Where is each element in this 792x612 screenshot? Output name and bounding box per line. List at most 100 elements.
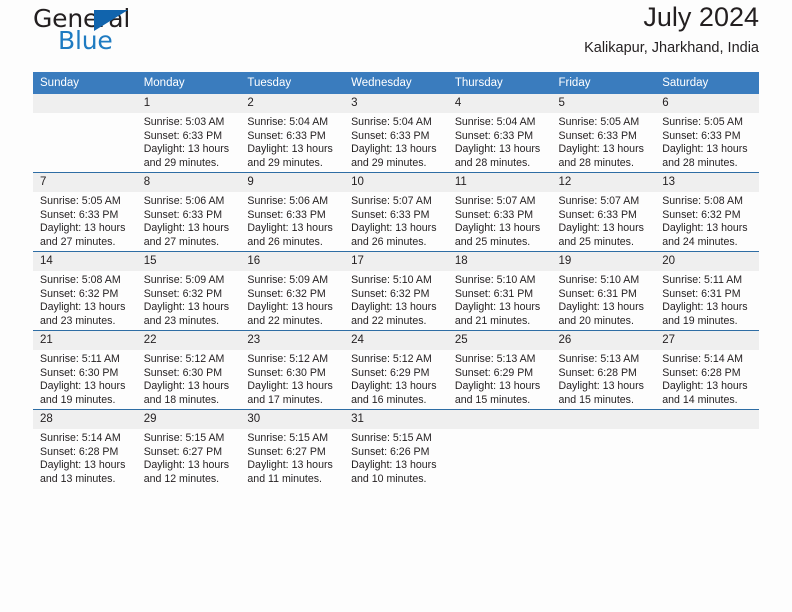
calendar-day-cell[interactable]: 1 Sunrise: 5:03 AM Sunset: 6:33 PM Daylight… — [136, 94, 241, 173]
day-number: 8 — [136, 173, 241, 192]
sunrise-text: Sunrise: 5:10 AM — [454, 274, 536, 286]
calendar-day-cell[interactable]: 18 Sunrise: 5:10 AM Sunset: 6:31 PM Dayligh… — [447, 251, 552, 331]
calendar-week-row: 14 Sunrise: 5:08 AM Sunset: 6:32 PM Dayligh… — [33, 251, 759, 331]
day-details: Sunrise: 5:07 AM Sunset: 6:33 PM Daylight:… — [344, 192, 448, 249]
day-number: 30 — [240, 410, 345, 429]
calendar-day-cell[interactable]: 26 Sunrise: 5:13 AM Sunset: 6:28 PM Dayligh… — [551, 330, 656, 410]
calendar-day-cell[interactable]: 15 Sunrise: 5:09 AM Sunset: 6:32 PM Dayligh… — [136, 251, 241, 331]
daylight-text-line2: and 22 minutes. — [247, 314, 323, 327]
calendar-day-cell[interactable]: 23 Sunrise: 5:12 AM Sunset: 6:30 PM Dayligh… — [240, 330, 345, 410]
daylight-text-line1: Daylight: 13 hours — [454, 143, 541, 156]
calendar-day-cell[interactable]: 6 Sunrise: 5:05 AM Sunset: 6:33 PM Daylight… — [655, 94, 759, 173]
day-number: 19 — [551, 252, 656, 271]
calendar-day-cell[interactable]: 20 Sunrise: 5:11 AM Sunset: 6:31 PM Dayligh… — [655, 251, 759, 331]
daylight-text-line1: Daylight: 13 hours — [247, 301, 333, 314]
day-number: 27 — [655, 331, 759, 350]
calendar-day-cell[interactable]: 3 Sunrise: 5:04 AM Sunset: 6:33 PM Daylight… — [344, 94, 448, 173]
sunset-text: Sunset: 6:30 PM — [40, 366, 119, 379]
day-number: 24 — [344, 331, 448, 350]
daylight-text-line2: and 13 minutes. — [40, 472, 116, 485]
day-details — [33, 113, 137, 116]
daylight-text-line1: Daylight: 13 hours — [143, 143, 230, 156]
daylight-text-line2: and 28 minutes. — [662, 156, 738, 169]
calendar-day-cell[interactable]: 12 Sunrise: 5:07 AM Sunset: 6:33 PM Dayligh… — [551, 172, 656, 252]
day-number: 10 — [344, 173, 448, 192]
daylight-text-line1: Daylight: 13 hours — [247, 459, 333, 472]
daylight-text-line2: and 23 minutes. — [40, 314, 116, 327]
daylight-text-line1: Daylight: 13 hours — [247, 222, 333, 235]
sunset-text: Sunset: 6:33 PM — [454, 208, 534, 221]
calendar-day-cell[interactable]: 14 Sunrise: 5:08 AM Sunset: 6:32 PM Dayligh… — [33, 251, 137, 331]
day-details — [448, 429, 552, 432]
daylight-text-line1: Daylight: 13 hours — [40, 222, 126, 235]
daylight-text-line2: and 23 minutes. — [143, 314, 220, 327]
calendar-day-cell[interactable]: 13 Sunrise: 5:08 AM Sunset: 6:32 PM Dayligh… — [655, 172, 759, 252]
daylight-text-line2: and 20 minutes. — [558, 314, 634, 327]
calendar-day-cell[interactable]: 8 Sunrise: 5:06 AM Sunset: 6:33 PM Daylight… — [136, 172, 241, 252]
daylight-text-line2: and 22 minutes. — [351, 314, 427, 327]
logo-text-blue: Blue — [58, 26, 113, 55]
calendar-day-cell[interactable]: 19 Sunrise: 5:10 AM Sunset: 6:31 PM Dayligh… — [551, 251, 656, 331]
daylight-text-line2: and 15 minutes. — [558, 393, 634, 406]
page-title: July 2024 — [643, 2, 759, 32]
day-details: Sunrise: 5:13 AM Sunset: 6:28 PM Daylight:… — [552, 350, 656, 407]
day-details: Sunrise: 5:14 AM Sunset: 6:28 PM Daylight:… — [655, 350, 759, 407]
daylight-text-line1: Daylight: 13 hours — [351, 222, 437, 235]
calendar-week-row: 28 Sunrise: 5:14 AM Sunset: 6:28 PM Dayligh… — [33, 409, 759, 488]
sunset-text: Sunset: 6:33 PM — [40, 208, 119, 221]
calendar-day-cell[interactable]: 7 Sunrise: 5:05 AM Sunset: 6:33 PM Daylight… — [33, 172, 137, 252]
day-number: 23 — [240, 331, 345, 350]
daylight-text-line1: Daylight: 13 hours — [662, 380, 748, 393]
day-number: 20 — [655, 252, 759, 271]
day-details: Sunrise: 5:15 AM Sunset: 6:27 PM Daylight:… — [240, 429, 344, 486]
day-details: Sunrise: 5:08 AM Sunset: 6:32 PM Daylight:… — [33, 271, 137, 328]
calendar-day-cell[interactable]: 4 Sunrise: 5:04 AM Sunset: 6:33 PM Daylight… — [447, 94, 552, 173]
calendar-day-cell[interactable]: 29 Sunrise: 5:15 AM Sunset: 6:27 PM Dayligh… — [136, 409, 241, 488]
daylight-text-line1: Daylight: 13 hours — [351, 301, 437, 314]
calendar-day-cell[interactable]: 31 Sunrise: 5:15 AM Sunset: 6:26 PM Dayligh… — [344, 409, 448, 488]
sunset-text: Sunset: 6:32 PM — [662, 208, 741, 221]
day-number: 15 — [136, 252, 241, 271]
calendar-day-cell[interactable]: 5 Sunrise: 5:05 AM Sunset: 6:33 PM Daylight… — [551, 94, 656, 173]
calendar-day-cell[interactable]: 11 Sunrise: 5:07 AM Sunset: 6:33 PM Dayligh… — [447, 172, 552, 252]
sunrise-text: Sunrise: 5:08 AM — [662, 195, 743, 207]
calendar-day-cell[interactable]: 30 Sunrise: 5:15 AM Sunset: 6:27 PM Dayligh… — [240, 409, 345, 488]
day-number: 18 — [447, 252, 552, 271]
day-details: Sunrise: 5:06 AM Sunset: 6:33 PM Daylight:… — [240, 192, 344, 249]
calendar-day-cell[interactable]: 17 Sunrise: 5:10 AM Sunset: 6:32 PM Dayligh… — [344, 251, 448, 331]
calendar-day-cell[interactable]: 28 Sunrise: 5:14 AM Sunset: 6:28 PM Dayligh… — [33, 409, 137, 488]
daylight-text-line1: Daylight: 13 hours — [143, 459, 230, 472]
sunrise-text: Sunrise: 5:11 AM — [40, 353, 120, 365]
calendar-day-cell[interactable]: 27 Sunrise: 5:14 AM Sunset: 6:28 PM Dayligh… — [655, 330, 759, 410]
day-details: Sunrise: 5:14 AM Sunset: 6:28 PM Daylight:… — [33, 429, 137, 486]
page-header: General Blue July 2024 Kalikapur, Jharkh… — [33, 0, 759, 72]
day-number: 4 — [447, 94, 552, 113]
calendar-day-cell[interactable]: 2 Sunrise: 5:04 AM Sunset: 6:33 PM Daylight… — [240, 94, 345, 173]
sunset-text: Sunset: 6:32 PM — [351, 287, 430, 300]
day-number: 25 — [447, 331, 552, 350]
calendar-day-cell[interactable]: 9 Sunrise: 5:06 AM Sunset: 6:33 PM Daylight… — [240, 172, 345, 252]
daylight-text-line1: Daylight: 13 hours — [662, 301, 748, 314]
title-block: July 2024 Kalikapur, Jharkhand, India — [584, 0, 759, 56]
day-details: Sunrise: 5:15 AM Sunset: 6:26 PM Daylight:… — [344, 429, 448, 486]
calendar-day-cell[interactable]: 16 Sunrise: 5:09 AM Sunset: 6:32 PM Dayligh… — [240, 251, 345, 331]
daylight-text-line2: and 18 minutes. — [143, 393, 220, 406]
daylight-text-line1: Daylight: 13 hours — [558, 380, 644, 393]
day-details: Sunrise: 5:10 AM Sunset: 6:32 PM Daylight:… — [344, 271, 448, 328]
sunrise-text: Sunrise: 5:05 AM — [662, 116, 743, 128]
calendar-day-cell[interactable]: 10 Sunrise: 5:07 AM Sunset: 6:33 PM Dayligh… — [344, 172, 448, 252]
daylight-text-line1: Daylight: 13 hours — [40, 301, 126, 314]
sunrise-text: Sunrise: 5:12 AM — [143, 353, 225, 365]
calendar-page: General Blue July 2024 Kalikapur, Jharkh… — [0, 0, 792, 612]
day-number: 29 — [136, 410, 241, 429]
calendar-day-cell[interactable]: 25 Sunrise: 5:13 AM Sunset: 6:29 PM Dayligh… — [447, 330, 552, 410]
calendar-day-cell[interactable]: 22 Sunrise: 5:12 AM Sunset: 6:30 PM Dayligh… — [136, 330, 241, 410]
calendar-body: 1 Sunrise: 5:03 AM Sunset: 6:33 PM Daylight… — [33, 94, 759, 488]
calendar-day-cell[interactable]: 21 Sunrise: 5:11 AM Sunset: 6:30 PM Dayligh… — [33, 330, 137, 410]
general-blue-logo[interactable]: General Blue — [33, 6, 153, 58]
sunset-text: Sunset: 6:33 PM — [662, 129, 741, 142]
day-number: 31 — [344, 410, 448, 429]
calendar-day-cell-empty — [447, 409, 552, 488]
calendar-day-cell[interactable]: 24 Sunrise: 5:12 AM Sunset: 6:29 PM Dayligh… — [344, 330, 448, 410]
day-number: 9 — [240, 173, 345, 192]
